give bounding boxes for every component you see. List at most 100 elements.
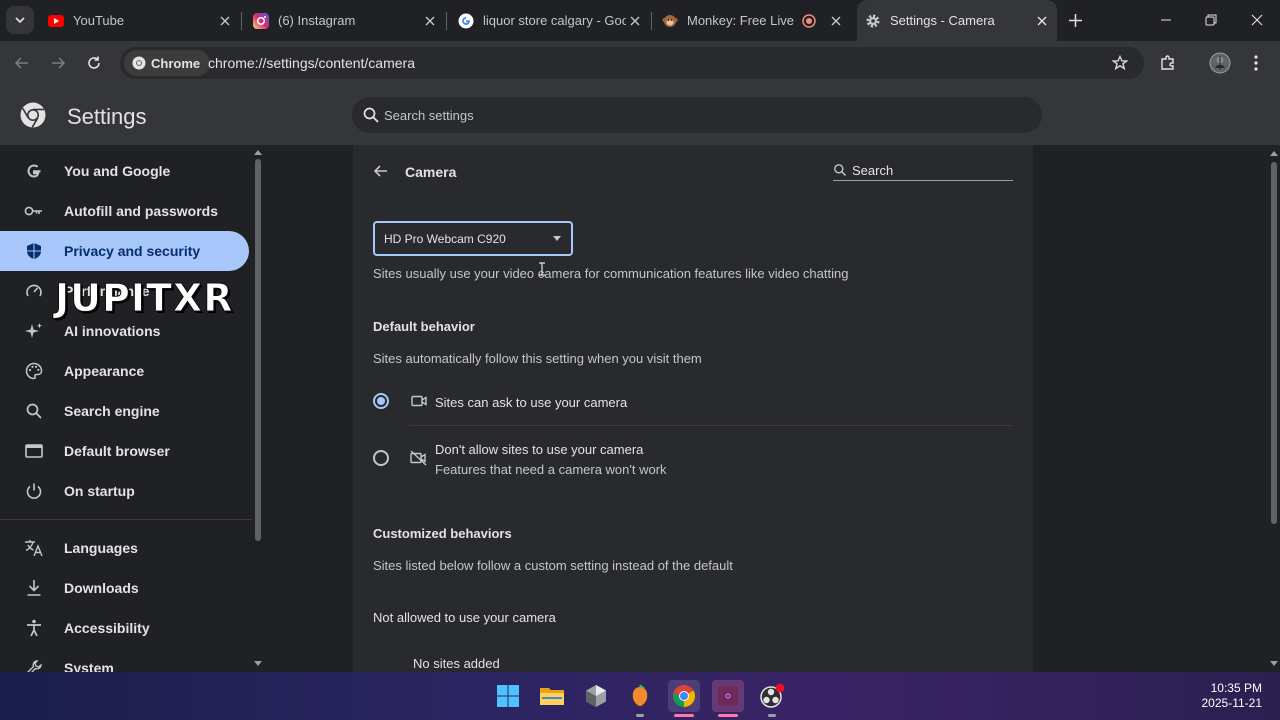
settings-search-box[interactable]	[352, 97, 1042, 133]
close-icon[interactable]	[1033, 12, 1051, 30]
url-text[interactable]: chrome://settings/content/camera	[208, 55, 415, 71]
clock-date: 2025-11-21	[1201, 696, 1263, 710]
block-camera-label[interactable]: Don't allow sites to use your camera	[435, 442, 643, 457]
chrome-menu-button[interactable]	[1244, 51, 1268, 75]
default-behavior-heading: Default behavior	[373, 319, 475, 334]
sidebar-item-autofill[interactable]: Autofill and passwords	[0, 191, 249, 231]
sidebar-item-system[interactable]: System	[0, 648, 249, 672]
close-icon[interactable]	[421, 12, 439, 30]
forward-button[interactable]	[46, 51, 70, 75]
radio-allow-camera[interactable]	[373, 393, 389, 409]
sidebar-item-accessibility[interactable]: Accessibility	[0, 608, 249, 648]
puzzle-icon	[1161, 55, 1174, 70]
scroll-up-arrow-icon[interactable]	[252, 147, 264, 157]
settings-sidebar: You and Google Autofill and passwords Pr…	[0, 145, 264, 672]
taskbar-fl-studio[interactable]	[624, 680, 656, 717]
scroll-up-arrow-icon[interactable]	[1268, 148, 1280, 158]
options-divider	[409, 425, 1013, 426]
video-camera-off-icon	[410, 449, 428, 467]
taskbar-file-explorer[interactable]	[536, 680, 568, 712]
search-icon	[363, 107, 379, 123]
google-icon	[458, 13, 474, 29]
site-info-chip[interactable]: Chrome	[124, 50, 211, 76]
restore-button[interactable]	[1199, 8, 1223, 32]
download-icon	[24, 578, 44, 598]
taskbar-app-hexagon[interactable]	[580, 680, 612, 712]
tab-youtube[interactable]: YouTube	[40, 0, 240, 41]
sidebar-item-languages[interactable]: Languages	[0, 528, 249, 568]
allow-camera-label[interactable]: Sites can ask to use your camera	[435, 395, 627, 410]
reload-button[interactable]	[82, 51, 106, 75]
window-close-button[interactable]	[1245, 8, 1269, 32]
chrome-icon	[673, 685, 695, 707]
radio-block-camera[interactable]	[373, 450, 389, 466]
address-bar[interactable]: Chrome chrome://settings/content/camera	[120, 47, 1144, 79]
taskbar-pink-app[interactable]	[712, 680, 744, 717]
close-icon[interactable]	[216, 12, 234, 30]
close-icon[interactable]	[827, 12, 845, 30]
taskbar-obs[interactable]	[756, 680, 788, 717]
back-button[interactable]	[10, 51, 34, 75]
sidebar-item-on-startup[interactable]: On startup	[0, 471, 249, 511]
dropdown-caret-icon	[553, 236, 561, 241]
page-scrollbar-thumb[interactable]	[1271, 162, 1277, 524]
shield-icon	[24, 241, 44, 261]
obs-icon	[760, 683, 785, 708]
pink-app-icon	[718, 686, 738, 706]
scroll-down-arrow-icon[interactable]	[1268, 659, 1280, 669]
scroll-down-arrow-icon[interactable]	[252, 659, 264, 669]
no-sites-added-text: No sites added	[413, 656, 500, 671]
tab-title: (6) Instagram	[278, 13, 356, 28]
new-tab-button[interactable]	[1064, 9, 1086, 31]
sidebar-item-label: System	[64, 660, 114, 672]
sidebar-item-label: Accessibility	[64, 620, 150, 636]
sidebar-item-you-and-google[interactable]: You and Google	[0, 151, 249, 191]
sidebar-scrollbar-thumb[interactable]	[255, 159, 261, 541]
tab-title: Monkey: Free Live Vi	[687, 13, 795, 28]
tab-monkey[interactable]: Monkey: Free Live Vi	[654, 0, 854, 41]
key-icon	[24, 201, 44, 221]
windows-taskbar: 10:35 PM 2025-11-21	[0, 672, 1280, 720]
arrow-right-icon	[52, 57, 66, 69]
extensions-button[interactable]	[1156, 51, 1180, 75]
translate-icon	[24, 538, 44, 558]
sidebar-item-downloads[interactable]: Downloads	[0, 568, 249, 608]
system-clock[interactable]: 10:35 PM 2025-11-21	[1202, 681, 1263, 711]
camera-device-select[interactable]: HD Pro Webcam C920	[373, 221, 573, 256]
settings-search-input[interactable]	[384, 105, 984, 125]
tab-search-button[interactable]	[6, 6, 34, 34]
camera-description: Sites usually use your video camera for …	[373, 266, 849, 281]
tab-google-search[interactable]: liquor store calgary - Goo	[450, 0, 650, 41]
minimize-button[interactable]	[1154, 8, 1178, 32]
sidebar-scrollbar[interactable]	[252, 145, 264, 672]
taskbar-chrome[interactable]	[668, 680, 700, 717]
sidebar-item-privacy-security[interactable]: Privacy and security	[0, 231, 249, 271]
tab-settings-camera[interactable]: Settings - Camera	[857, 0, 1057, 41]
clock-time: 10:35 PM	[1210, 681, 1262, 695]
sidebar-item-label: Autofill and passwords	[64, 203, 219, 219]
camera-device-value: HD Pro Webcam C920	[384, 231, 506, 246]
back-arrow-button[interactable]	[371, 161, 391, 181]
gear-icon	[865, 13, 881, 29]
close-icon[interactable]	[626, 12, 644, 30]
search-icon	[834, 164, 847, 177]
chip-label: Chrome	[151, 55, 201, 71]
running-indicator	[636, 714, 644, 717]
bookmark-star-icon[interactable]	[1110, 53, 1130, 73]
tab-instagram[interactable]: (6) Instagram	[245, 0, 445, 41]
camera-search-field[interactable]	[833, 161, 1013, 181]
sidebar-item-search-engine[interactable]: Search engine	[0, 391, 249, 431]
camera-search-input[interactable]	[852, 161, 1012, 179]
fl-studio-icon	[632, 684, 648, 706]
avatar-icon	[1209, 52, 1231, 74]
file-explorer-icon	[540, 688, 564, 705]
sidebar-item-default-browser[interactable]: Default browser	[0, 431, 249, 471]
windows-start-button[interactable]	[492, 680, 524, 712]
search-icon	[24, 401, 44, 421]
sidebar-item-label: Default browser	[64, 443, 170, 459]
sidebar-item-appearance[interactable]: Appearance	[0, 351, 249, 391]
page-scrollbar[interactable]	[1268, 145, 1280, 672]
watermark-overlay: JUPITXR	[54, 276, 234, 321]
profile-avatar[interactable]	[1208, 51, 1232, 75]
recording-icon	[801, 13, 817, 29]
